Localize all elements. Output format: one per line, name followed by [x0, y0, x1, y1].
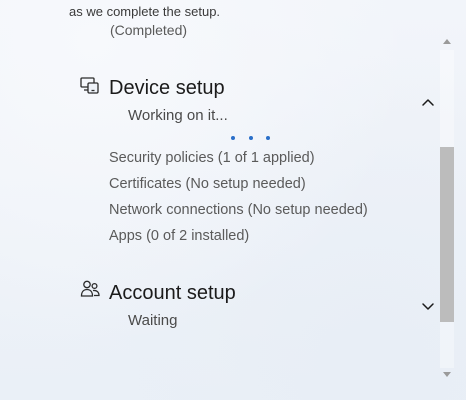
collapse-device-setup-button[interactable]: [418, 92, 438, 112]
people-icon: [79, 278, 101, 300]
security-policies-item: Security policies (1 of 1 applied): [109, 150, 315, 166]
devices-icon: [79, 75, 101, 97]
expand-account-setup-button[interactable]: [418, 297, 438, 317]
network-connections-item: Network connections (No setup needed): [109, 202, 368, 218]
intro-text: as we complete the setup.: [69, 4, 221, 19]
device-setup-title: Device setup: [109, 77, 225, 99]
scroll-track[interactable]: [440, 50, 454, 368]
scroll-down-arrow-icon[interactable]: [439, 368, 455, 382]
vertical-scrollbar[interactable]: [439, 34, 455, 384]
device-setup-status: Working on it...: [128, 107, 228, 124]
account-setup-status: Waiting: [128, 312, 178, 329]
apps-item: Apps (0 of 2 installed): [109, 228, 250, 244]
account-setup-title: Account setup: [109, 282, 236, 304]
setup-progress-page: as we complete the setup. (Completed) De…: [0, 0, 466, 400]
previous-section-status: (Completed): [110, 22, 188, 38]
scroll-thumb[interactable]: [440, 147, 454, 322]
scroll-up-arrow-icon[interactable]: [439, 34, 455, 48]
certificates-item: Certificates (No setup needed): [109, 176, 306, 192]
progress-dots: [229, 136, 273, 142]
